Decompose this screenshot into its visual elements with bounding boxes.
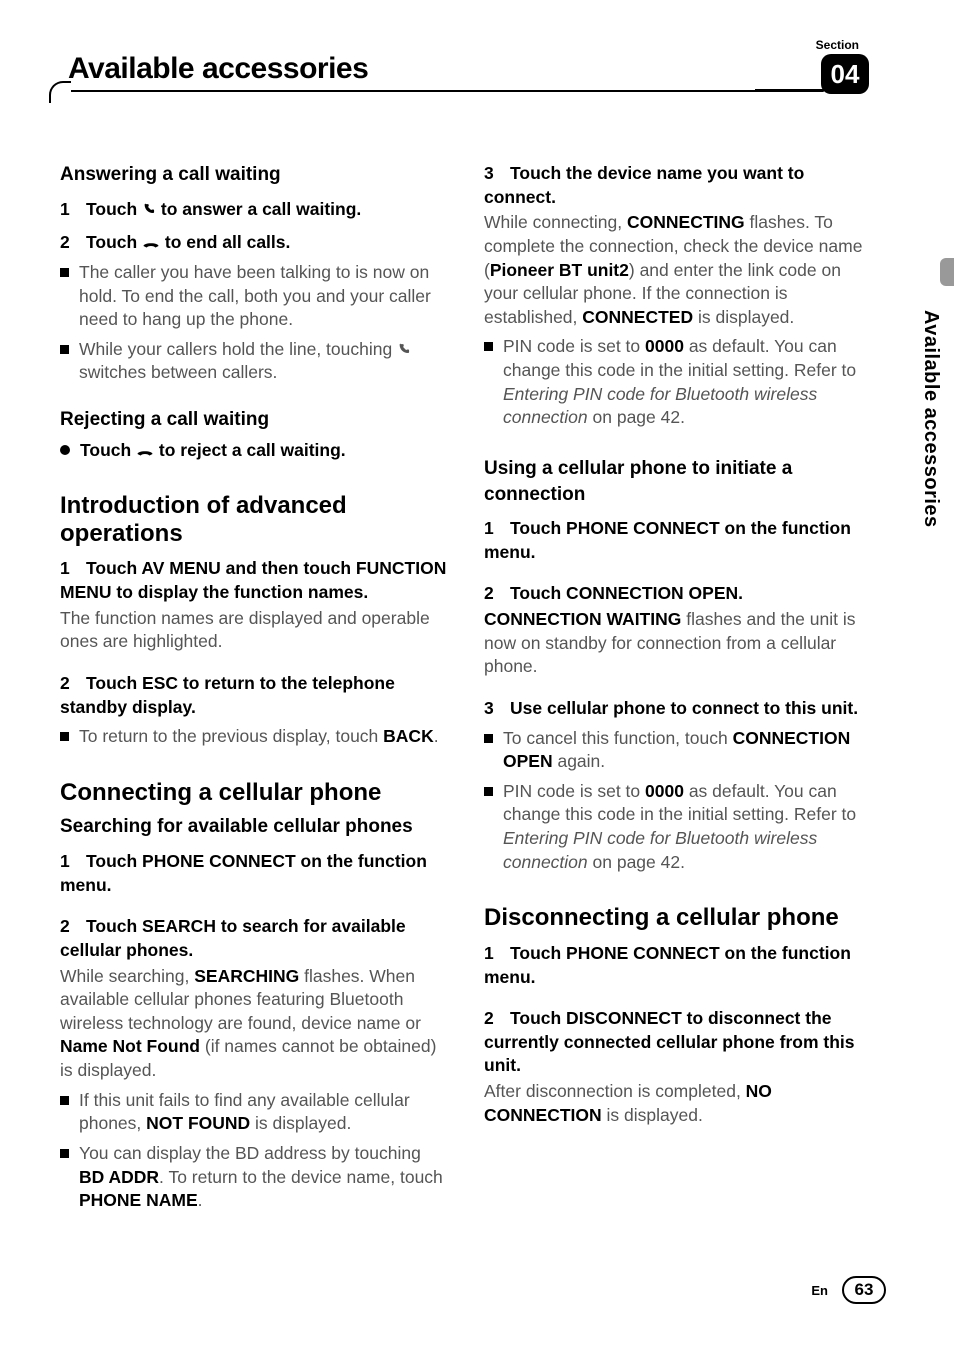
side-tab-label: Available accessories [919,310,942,528]
step-connect-1: 1Touch PHONE CONNECT on the function men… [60,850,450,897]
step-intro-2: 2Touch ESC to return to the telephone st… [60,672,450,719]
step-connect-2: 2Touch SEARCH to search for available ce… [60,915,450,962]
bullet-text: PIN code is set to 0000 as default. You … [503,780,874,875]
dot-bullet-icon [60,445,70,455]
section-label: Section [816,38,859,52]
page: Available accessories Section 04 Availab… [0,0,954,1352]
bullet-text: While your callers hold the line, touchi… [79,338,450,385]
content-columns: Answering a call waiting 1Touch to answe… [60,140,894,1213]
right-column: 3Touch the device name you want to conne… [484,140,874,1213]
step-intro-1: 1Touch AV MENU and then touch FUNCTION M… [60,557,450,604]
heading-intro: Introduction of advanced operations [60,492,450,547]
bullet-text: You can display the BD address by touchi… [79,1142,450,1213]
bullet: The caller you have been talking to is n… [60,261,450,332]
body-text: While searching, SEARCHING flashes. When… [60,965,450,1083]
subheading-searching: Searching for available cellular phones [60,814,450,840]
bullet-text: To return to the previous display, touch… [79,725,450,749]
square-bullet-icon [60,345,69,354]
body-text: After disconnection is completed, NO CON… [484,1080,874,1127]
step-disconnect-1: 1Touch PHONE CONNECT on the function men… [484,942,874,989]
body-text: CONNECTION WAITING flashes and the unit … [484,608,874,679]
bullet: If this unit fails to find any available… [60,1089,450,1136]
page-footer: En 63 [811,1276,886,1304]
body-text: While connecting, CONNECTING flashes. To… [484,211,874,329]
step-answer-1: 1Touch to answer a call waiting. [60,198,450,222]
heading-connecting: Connecting a cellular phone [60,779,450,807]
left-column: Answering a call waiting 1Touch to answe… [60,140,450,1213]
bullet: PIN code is set to 0000 as default. You … [484,335,874,430]
bullet: You can display the BD address by touchi… [60,1142,450,1213]
heading-using-phone: Using a cellular phone to initiate a con… [484,456,874,507]
square-bullet-icon [60,1149,69,1158]
heading-disconnecting: Disconnecting a cellular phone [484,904,874,932]
hangup-icon [136,439,154,451]
bullet-text: PIN code is set to 0000 as default. You … [503,335,874,430]
section-number-badge: 04 [821,54,869,94]
footer-page-number: 63 [842,1276,886,1304]
square-bullet-icon [60,732,69,741]
step-disconnect-2: 2Touch DISCONNECT to disconnect the curr… [484,1007,874,1078]
bullet-text: If this unit fails to find any available… [79,1089,450,1136]
heading-rejecting: Rejecting a call waiting [60,407,450,433]
bullet: To return to the previous display, touch… [60,725,450,749]
square-bullet-icon [484,787,493,796]
header-rule [55,90,824,92]
bullet: PIN code is set to 0000 as default. You … [484,780,874,875]
bullet: While your callers hold the line, touchi… [60,338,450,385]
hangup-icon [142,231,160,243]
footer-language: En [811,1283,828,1298]
bullet-text: The caller you have been talking to is n… [79,261,450,332]
step-answer-2: 2Touch to end all calls. [60,231,450,255]
phone-icon [142,198,156,212]
phone-icon [397,338,411,352]
bullet-step: Touch to reject a call waiting. [60,439,450,463]
square-bullet-icon [484,342,493,351]
side-tab-stub [940,258,954,286]
step-reject: Touch to reject a call waiting. [80,439,450,463]
step-using-3: 3Use cellular phone to connect to this u… [484,697,874,721]
step-using-2: 2Touch CONNECTION OPEN. [484,582,874,606]
bullet: To cancel this function, touch CONNECTIO… [484,727,874,774]
step-connect-3: 3Touch the device name you want to conne… [484,162,874,209]
step-using-1: 1Touch PHONE CONNECT on the function men… [484,517,874,564]
heading-answering: Answering a call waiting [60,162,450,188]
bullet-text: To cancel this function, touch CONNECTIO… [503,727,874,774]
body-text: The function names are displayed and ope… [60,607,450,654]
square-bullet-icon [484,734,493,743]
header-title: Available accessories [68,52,368,86]
header-bar: Available accessories Section 04 [60,50,894,100]
square-bullet-icon [60,1096,69,1105]
square-bullet-icon [60,268,69,277]
